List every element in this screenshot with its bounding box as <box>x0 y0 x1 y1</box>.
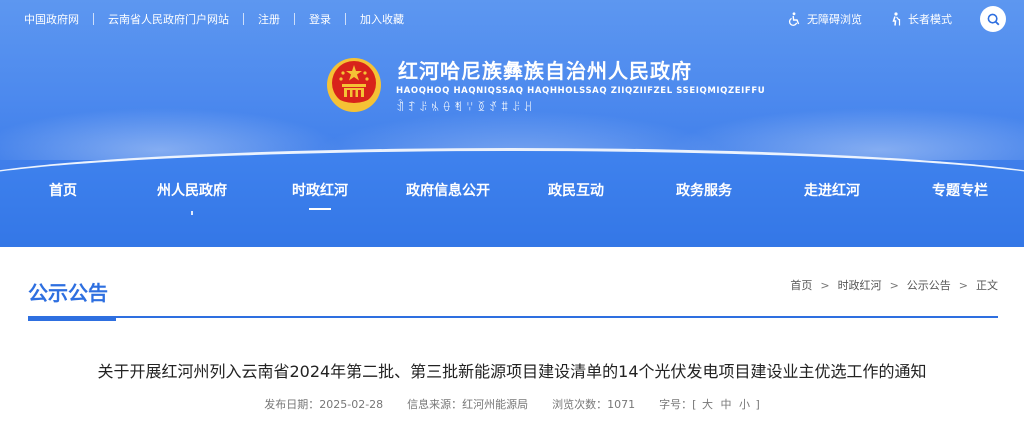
nav-dropdown-indicator <box>191 211 193 215</box>
nav-about-honghe[interactable]: 走进红河 <box>804 180 860 200</box>
national-emblem-icon <box>327 58 381 112</box>
elder-icon <box>892 12 901 26</box>
section-header: 公示公告 首页 > 时政红河 > 公示公告 > 正文 <box>28 270 998 321</box>
nav-topics[interactable]: 专题专栏 <box>932 180 988 200</box>
breadcrumb-current: 正文 <box>976 279 998 292</box>
nav-prefecture-gov[interactable]: 州人民政府 <box>157 180 227 200</box>
nav-gov-info[interactable]: 政府信息公开 <box>406 180 490 200</box>
link-china-gov[interactable]: 中国政府网 <box>24 11 79 27</box>
site-title: 红河哈尼族彝族自治州人民政府 <box>398 59 692 83</box>
divider <box>243 13 244 25</box>
nav-services[interactable]: 政务服务 <box>676 180 732 200</box>
site-subtitle: HAOQHOQ HAQNIQSSAQ HAQHHOLSSAQ ZIIQZIIFZ… <box>396 86 766 96</box>
divider <box>345 13 346 25</box>
search-icon <box>987 13 999 25</box>
breadcrumb-separator: > <box>958 278 968 292</box>
info-source: 信息来源：红河州能源局 <box>407 398 529 411</box>
breadcrumb-notices[interactable]: 公示公告 <box>907 277 951 293</box>
font-size-medium-button[interactable]: 中 <box>720 398 731 411</box>
divider <box>93 13 94 25</box>
font-size-label: 字号：[ <box>659 398 697 411</box>
breadcrumb: 首页 > 时政红河 > 公示公告 > 正文 <box>790 277 998 293</box>
font-size-small-button[interactable]: 小 <box>739 398 750 411</box>
register-link[interactable]: 注册 <box>258 11 280 27</box>
link-yunnan-gov[interactable]: 云南省人民政府门户网站 <box>108 11 229 27</box>
font-size-large-button[interactable]: 大 <box>702 398 713 411</box>
accessibility-button[interactable]: 无障碍浏览 <box>787 11 862 27</box>
breadcrumb-separator: > <box>889 278 899 292</box>
view-count: 浏览次数：1071 <box>552 398 636 411</box>
main-nav: 首页 州人民政府 时政红河 政府信息公开 政民互动 政务服务 走进红河 专题专栏 <box>0 180 1024 210</box>
search-button[interactable] <box>980 6 1006 32</box>
add-favorite-link[interactable]: 加入收藏 <box>360 11 404 27</box>
nav-news[interactable]: 时政红河 <box>292 180 348 210</box>
font-size-close: ] <box>755 398 760 411</box>
publish-date: 发布日期：2025-02-28 <box>264 398 384 411</box>
top-links: 中国政府网 云南省人民政府门户网站 注册 登录 加入收藏 <box>24 11 404 27</box>
breadcrumb-separator: > <box>820 278 830 292</box>
nav-interaction[interactable]: 政民互动 <box>548 180 604 200</box>
elder-mode-label: 长者模式 <box>908 13 952 26</box>
font-size-control: 字号：[ 大 中 小 ] <box>659 396 760 412</box>
section-title: 公示公告 <box>28 277 116 321</box>
header-banner <box>0 0 1024 247</box>
top-bar: 中国政府网 云南省人民政府门户网站 注册 登录 加入收藏 无障碍浏览 长者模式 <box>0 0 1024 36</box>
divider <box>294 13 295 25</box>
top-tools: 无障碍浏览 长者模式 <box>787 6 1006 32</box>
accessibility-label: 无障碍浏览 <box>807 13 862 26</box>
nav-home[interactable]: 首页 <box>49 180 77 200</box>
breadcrumb-home[interactable]: 首页 <box>790 277 812 293</box>
login-link[interactable]: 登录 <box>309 11 331 27</box>
article-title: 关于开展红河州列入云南省2024年第二批、第三批新能源项目建设清单的14个光伏发… <box>97 362 927 381</box>
elder-mode-button[interactable]: 长者模式 <box>890 11 952 27</box>
site-yi-script: ꀉꆈꌠꁱꂷꄮꈌꅉꀋꐚꌠꃅ <box>396 101 536 114</box>
wheelchair-icon <box>789 12 800 26</box>
article-meta: 发布日期：2025-02-28 信息来源：红河州能源局 浏览次数：1071 字号… <box>0 396 1024 412</box>
breadcrumb-news[interactable]: 时政红河 <box>838 277 882 293</box>
